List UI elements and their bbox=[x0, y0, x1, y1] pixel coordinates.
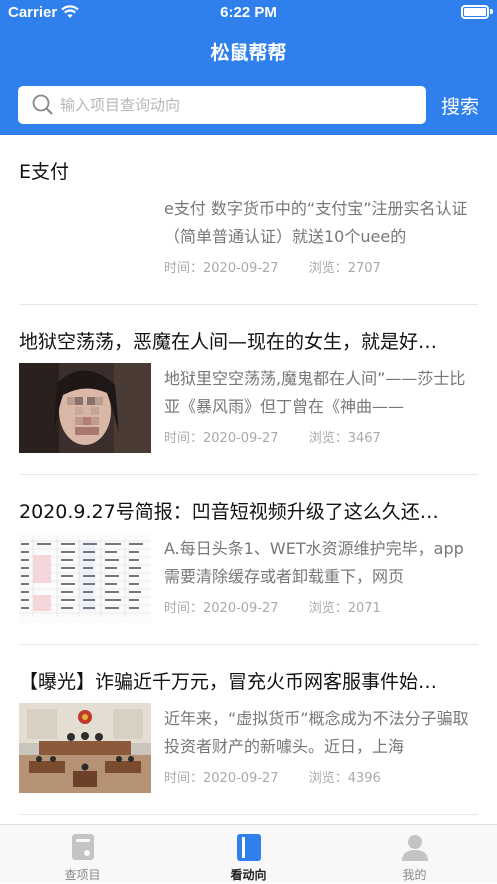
search-button[interactable]: 搜索 bbox=[441, 92, 479, 119]
article-excerpt: e支付 数字货币中的“支付宝”注册实名认证（简单普通认证）就送10个uee的 bbox=[164, 199, 468, 246]
search-input[interactable] bbox=[60, 86, 420, 124]
article-date: 2020-09-27 bbox=[203, 601, 279, 616]
tab-bar: 查项目 看动向 我的 bbox=[0, 824, 497, 883]
battery-icon bbox=[461, 5, 489, 19]
article-meta: 时间：2020-09-27 浏览：4396 bbox=[164, 767, 381, 786]
tab-label: 看动向 bbox=[230, 868, 267, 882]
article-title[interactable]: E支付 bbox=[19, 157, 479, 184]
time-label: 时间： bbox=[164, 771, 204, 786]
article-views: 4396 bbox=[347, 771, 381, 786]
search-box[interactable] bbox=[18, 86, 426, 124]
tab-profile[interactable]: 我的 bbox=[332, 825, 497, 884]
article-thumbnail-portrait[interactable] bbox=[19, 363, 151, 453]
article-date: 2020-09-27 bbox=[203, 431, 279, 446]
trends-icon bbox=[233, 833, 265, 863]
header-bar: Carrier 6:22 PM 松鼠帮帮 搜索 bbox=[0, 0, 497, 135]
divider bbox=[19, 814, 478, 815]
article-thumbnail-spreadsheet[interactable] bbox=[19, 533, 151, 623]
time-label: 时间： bbox=[164, 601, 204, 616]
article-views: 2707 bbox=[347, 261, 381, 276]
article-excerpt: 近年来，“虚拟货币”概念成为不法分子骗取投资者财产的新噱头。近日，上海 bbox=[164, 709, 469, 756]
article-excerpt: 地狱里空空荡荡,魔鬼都在人间”——莎士比亚《暴风雨》但丁曾在《神曲—— bbox=[164, 369, 466, 416]
article-meta: 时间：2020-09-27 浏览：3467 bbox=[164, 427, 381, 446]
article-date: 2020-09-27 bbox=[203, 261, 279, 276]
project-icon bbox=[67, 833, 99, 863]
tab-label: 我的 bbox=[402, 868, 427, 882]
article-title[interactable]: 2020.9.27号简报：凹音短视频升级了这么久还… bbox=[19, 497, 479, 524]
article-meta: 时间：2020-09-27 浏览：2071 bbox=[164, 597, 381, 616]
views-label: 浏览： bbox=[308, 431, 348, 446]
profile-icon bbox=[399, 833, 431, 863]
article-item[interactable]: 【曝光】诈骗近千万元，冒充火币网客服事件始… 近年来，“虚拟货币”概念成为不法分… bbox=[0, 645, 497, 815]
article-date: 2020-09-27 bbox=[203, 771, 279, 786]
article-meta: 时间：2020-09-27 浏览：2707 bbox=[164, 257, 381, 276]
tab-label: 查项目 bbox=[64, 868, 101, 882]
page-title: 松鼠帮帮 bbox=[210, 42, 287, 64]
views-label: 浏览： bbox=[308, 261, 348, 276]
article-item[interactable]: 2020.9.27号简报：凹音短视频升级了这么久还… A.每日头条1、WET水资… bbox=[0, 475, 497, 645]
status-time: 6:22 PM bbox=[220, 4, 277, 21]
search-icon bbox=[32, 94, 54, 116]
article-views: 3467 bbox=[347, 431, 381, 446]
article-item[interactable]: E支付 e支付 数字货币中的“支付宝”注册实名认证（简单普通认证）就送10个ue… bbox=[0, 135, 497, 305]
views-label: 浏览： bbox=[308, 771, 348, 786]
tab-trends[interactable]: 看动向 bbox=[166, 825, 331, 884]
article-list: E支付 e支付 数字货币中的“支付宝”注册实名认证（简单普通认证）就送10个ue… bbox=[0, 135, 497, 824]
time-label: 时间： bbox=[164, 431, 204, 446]
views-label: 浏览： bbox=[308, 601, 348, 616]
article-views: 2071 bbox=[347, 601, 381, 616]
article-thumbnail-courtroom[interactable] bbox=[19, 703, 151, 793]
article-title[interactable]: 地狱空荡荡，恶魔在人间—现在的女生，就是好… bbox=[19, 327, 479, 354]
status-bar: Carrier 6:22 PM bbox=[0, 0, 497, 26]
article-title[interactable]: 【曝光】诈骗近千万元，冒充火币网客服事件始… bbox=[19, 667, 479, 694]
article-item[interactable]: 地狱空荡荡，恶魔在人间—现在的女生，就是好… 地狱里空空荡荡,魔鬼都在人间”——… bbox=[0, 305, 497, 475]
tab-projects[interactable]: 查项目 bbox=[0, 825, 165, 884]
article-thumbnail-empty bbox=[19, 193, 151, 283]
time-label: 时间： bbox=[164, 261, 204, 276]
article-excerpt: A.每日头条1、WET水资源维护完毕，app需要清除缓存或者卸载重下，网页 bbox=[164, 539, 464, 586]
